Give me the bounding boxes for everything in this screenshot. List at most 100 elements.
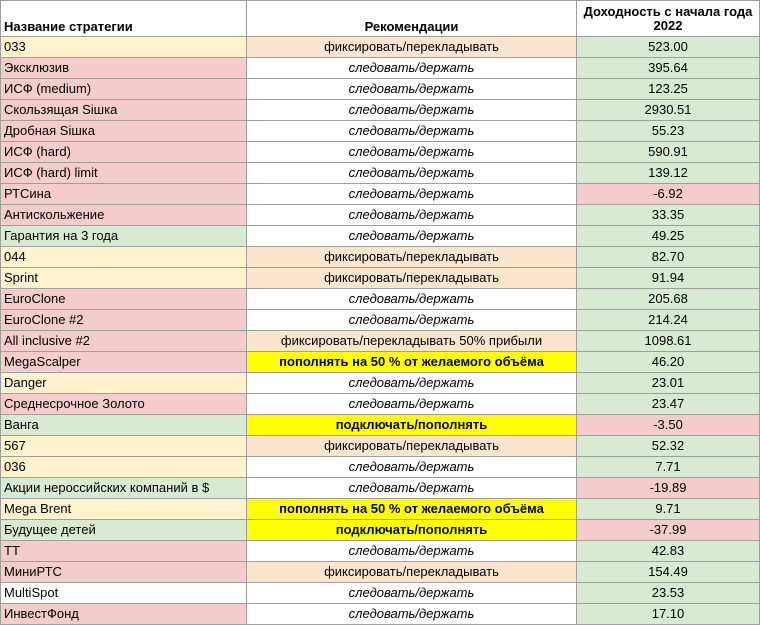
- strategy-name-cell[interactable]: EuroClone: [0, 288, 247, 310]
- strategy-name-cell[interactable]: Антискольжение: [0, 204, 247, 226]
- table-row: Акции нероссийских компаний в $ следовать…: [0, 477, 760, 499]
- yield-cell[interactable]: -37.99: [576, 519, 760, 541]
- yield-cell[interactable]: 55.23: [576, 120, 760, 142]
- recommendation-cell[interactable]: следовать/держать: [246, 372, 577, 394]
- yield-cell[interactable]: 1098.61: [576, 330, 760, 352]
- strategy-name-cell[interactable]: MultiSpot: [0, 582, 247, 604]
- table-row: МиниРТС фиксировать/перекладывать 154.49: [0, 561, 760, 583]
- strategy-name-cell[interactable]: Акции нероссийских компаний в $: [0, 477, 247, 499]
- recommendation-cell[interactable]: следовать/держать: [246, 540, 577, 562]
- table-row: Ванга подключать/пополнять -3.50: [0, 414, 760, 436]
- table-row: MultiSpot следовать/держать 23.53: [0, 582, 760, 604]
- yield-cell[interactable]: 23.47: [576, 393, 760, 415]
- yield-cell[interactable]: -6.92: [576, 183, 760, 205]
- strategy-name-cell[interactable]: ИСФ (hard): [0, 141, 247, 163]
- recommendation-cell[interactable]: следовать/держать: [246, 204, 577, 226]
- yield-cell[interactable]: 123.25: [576, 78, 760, 100]
- table-row: MegaScalper пополнять на 50 % от желаемог…: [0, 351, 760, 373]
- yield-cell[interactable]: 214.24: [576, 309, 760, 331]
- strategy-name-cell[interactable]: MegaScalper: [0, 351, 247, 373]
- recommendation-cell[interactable]: подключать/пополнять: [246, 519, 577, 541]
- strategy-name-cell[interactable]: 044: [0, 246, 247, 268]
- recommendation-cell[interactable]: подключать/пополнять: [246, 414, 577, 436]
- yield-cell[interactable]: 46.20: [576, 351, 760, 373]
- strategy-name-cell[interactable]: EuroClone #2: [0, 309, 247, 331]
- strategy-name-cell[interactable]: ИСФ (hard) limit: [0, 162, 247, 184]
- recommendation-cell[interactable]: следовать/держать: [246, 309, 577, 331]
- header-recommendation: Рекомендации: [246, 0, 577, 37]
- strategy-name-cell[interactable]: All inclusive #2: [0, 330, 247, 352]
- recommendation-cell[interactable]: фиксировать/перекладывать: [246, 561, 577, 583]
- strategy-name-cell[interactable]: Sprint: [0, 267, 247, 289]
- yield-cell[interactable]: 42.83: [576, 540, 760, 562]
- yield-cell[interactable]: -19.89: [576, 477, 760, 499]
- table-row: Антискольжение следовать/держать 33.35: [0, 204, 760, 226]
- table-row: ТТ следовать/держать 42.83: [0, 540, 760, 562]
- table-row: ИнвестФонд следовать/держать 17.10: [0, 603, 760, 625]
- strategy-name-cell[interactable]: 033: [0, 36, 247, 58]
- yield-cell[interactable]: 82.70: [576, 246, 760, 268]
- recommendation-cell[interactable]: пополнять на 50 % от желаемого объёма: [246, 351, 577, 373]
- recommendation-cell[interactable]: следовать/держать: [246, 225, 577, 247]
- strategy-name-cell[interactable]: ИСФ (medium): [0, 78, 247, 100]
- table-row: 036 следовать/держать 7.71: [0, 456, 760, 478]
- recommendation-cell[interactable]: следовать/держать: [246, 393, 577, 415]
- yield-cell[interactable]: -3.50: [576, 414, 760, 436]
- recommendation-cell[interactable]: фиксировать/перекладывать 50% прибыли: [246, 330, 577, 352]
- recommendation-cell[interactable]: фиксировать/перекладывать: [246, 246, 577, 268]
- recommendation-cell[interactable]: следовать/держать: [246, 162, 577, 184]
- strategy-name-cell[interactable]: Danger: [0, 372, 247, 394]
- strategy-name-cell[interactable]: МиниРТС: [0, 561, 247, 583]
- yield-cell[interactable]: 395.64: [576, 57, 760, 79]
- yield-cell[interactable]: 91.94: [576, 267, 760, 289]
- strategy-name-cell[interactable]: Среднесрочное Золото: [0, 393, 247, 415]
- strategy-name-cell[interactable]: Mega Brent: [0, 498, 247, 520]
- strategy-name-cell[interactable]: Ванга: [0, 414, 247, 436]
- recommendation-cell[interactable]: фиксировать/перекладывать: [246, 435, 577, 457]
- strategy-name-cell[interactable]: Эксклюзив: [0, 57, 247, 79]
- recommendation-cell[interactable]: следовать/держать: [246, 57, 577, 79]
- yield-cell[interactable]: 590.91: [576, 141, 760, 163]
- strategy-name-cell[interactable]: ТТ: [0, 540, 247, 562]
- strategy-name-cell[interactable]: Будущее детей: [0, 519, 247, 541]
- yield-cell[interactable]: 154.49: [576, 561, 760, 583]
- table-row: Дробная Siшка следовать/держать 55.23: [0, 120, 760, 142]
- recommendation-cell[interactable]: следовать/держать: [246, 456, 577, 478]
- strategy-name-cell[interactable]: Дробная Siшка: [0, 120, 247, 142]
- strategy-name-cell[interactable]: РТСина: [0, 183, 247, 205]
- table-row: Эксклюзив следовать/держать 395.64: [0, 57, 760, 79]
- recommendation-cell[interactable]: следовать/держать: [246, 603, 577, 625]
- recommendation-cell[interactable]: следовать/держать: [246, 120, 577, 142]
- recommendation-cell[interactable]: следовать/держать: [246, 183, 577, 205]
- strategy-name-cell[interactable]: 567: [0, 435, 247, 457]
- table-row: Гарантия на 3 года следовать/держать 49.25: [0, 225, 760, 247]
- recommendation-cell[interactable]: фиксировать/перекладывать: [246, 267, 577, 289]
- yield-cell[interactable]: 23.53: [576, 582, 760, 604]
- strategy-name-cell[interactable]: Скользящая Siшка: [0, 99, 247, 121]
- yield-cell[interactable]: 33.35: [576, 204, 760, 226]
- yield-cell[interactable]: 139.12: [576, 162, 760, 184]
- yield-cell[interactable]: 17.10: [576, 603, 760, 625]
- table-body: 033 фиксировать/перекладывать 523.00 Эксклю…: [0, 36, 760, 625]
- table-row: ИСФ (hard) следовать/держать 590.91: [0, 141, 760, 163]
- table-row: All inclusive #2 фиксировать/перекладыват…: [0, 330, 760, 352]
- yield-cell[interactable]: 7.71: [576, 456, 760, 478]
- recommendation-cell[interactable]: следовать/держать: [246, 78, 577, 100]
- yield-cell[interactable]: 49.25: [576, 225, 760, 247]
- strategy-name-cell[interactable]: 036: [0, 456, 247, 478]
- recommendation-cell[interactable]: пополнять на 50 % от желаемого объёма: [246, 498, 577, 520]
- yield-cell[interactable]: 523.00: [576, 36, 760, 58]
- strategy-name-cell[interactable]: Гарантия на 3 года: [0, 225, 247, 247]
- yield-cell[interactable]: 2930.51: [576, 99, 760, 121]
- recommendation-cell[interactable]: фиксировать/перекладывать: [246, 36, 577, 58]
- recommendation-cell[interactable]: следовать/держать: [246, 582, 577, 604]
- yield-cell[interactable]: 52.32: [576, 435, 760, 457]
- yield-cell[interactable]: 9.71: [576, 498, 760, 520]
- yield-cell[interactable]: 23.01: [576, 372, 760, 394]
- recommendation-cell[interactable]: следовать/держать: [246, 99, 577, 121]
- recommendation-cell[interactable]: следовать/держать: [246, 477, 577, 499]
- recommendation-cell[interactable]: следовать/держать: [246, 141, 577, 163]
- strategy-name-cell[interactable]: ИнвестФонд: [0, 603, 247, 625]
- recommendation-cell[interactable]: следовать/держать: [246, 288, 577, 310]
- yield-cell[interactable]: 205.68: [576, 288, 760, 310]
